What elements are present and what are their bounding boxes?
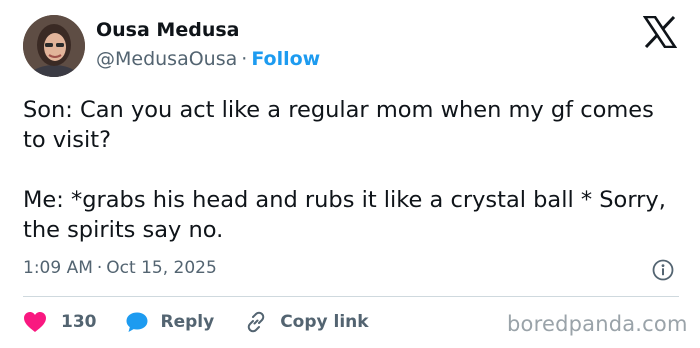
heart-icon bbox=[23, 311, 47, 333]
x-logo-icon[interactable] bbox=[642, 15, 678, 49]
tweet-line-2: Me: *grabs his head and rubs it like a c… bbox=[23, 187, 666, 243]
tweet-text: Son: Can you act like a regular mom when… bbox=[23, 95, 683, 245]
action-bar: 130 Reply Copy link bbox=[23, 308, 369, 336]
tweet-date: Oct 15, 2025 bbox=[106, 258, 217, 278]
tweet-line-1: Son: Can you act like a regular mom when… bbox=[23, 97, 654, 153]
like-button[interactable]: 130 bbox=[23, 311, 97, 333]
divider bbox=[23, 296, 679, 297]
author-handle[interactable]: @MedusaOusa bbox=[96, 48, 237, 70]
watermark: boredpanda.com bbox=[507, 312, 688, 336]
tweet-card: Ousa Medusa @MedusaOusa · Follow Son: Can … bbox=[0, 0, 700, 348]
follow-button[interactable]: Follow bbox=[251, 48, 320, 70]
author-handle-row: @MedusaOusa · Follow bbox=[96, 48, 320, 70]
tweet-time: 1:09 AM bbox=[23, 258, 93, 278]
reply-button[interactable]: Reply bbox=[125, 311, 215, 333]
link-icon bbox=[244, 310, 268, 334]
like-count: 130 bbox=[61, 312, 97, 332]
timestamp-separator: · bbox=[96, 258, 103, 278]
author-name[interactable]: Ousa Medusa bbox=[96, 19, 239, 41]
speech-bubble-icon bbox=[125, 311, 149, 333]
info-icon[interactable] bbox=[652, 259, 674, 281]
avatar[interactable] bbox=[23, 15, 85, 77]
tweet-timestamp[interactable]: 1:09 AM · Oct 15, 2025 bbox=[23, 258, 217, 278]
handle-separator: · bbox=[241, 48, 248, 70]
copy-link-label: Copy link bbox=[280, 312, 369, 332]
reply-label: Reply bbox=[160, 312, 215, 332]
copy-link-button[interactable]: Copy link bbox=[244, 310, 369, 334]
